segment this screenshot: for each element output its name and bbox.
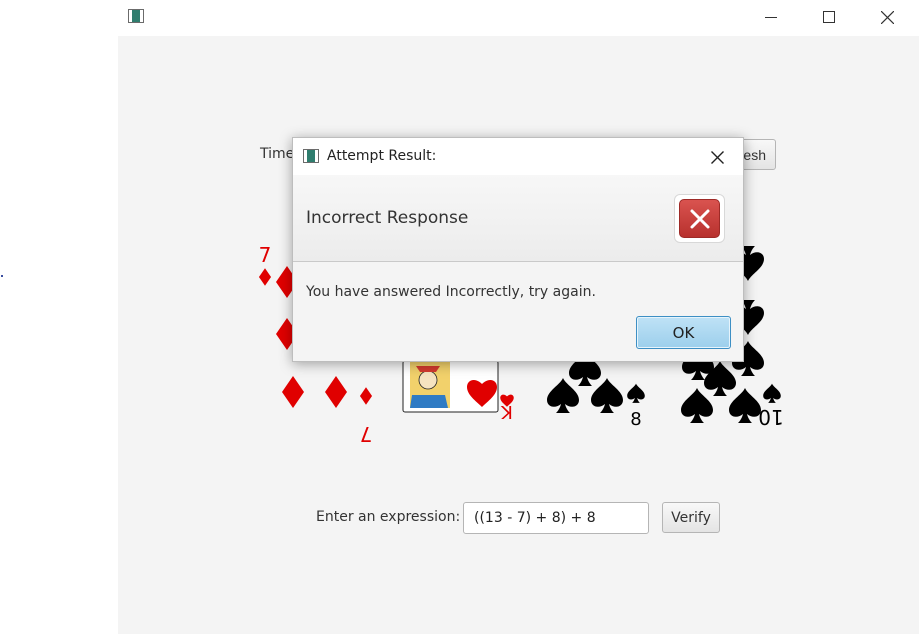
ok-button[interactable]: OK bbox=[636, 316, 731, 349]
card-k-hearts: K bbox=[402, 360, 514, 422]
attempt-result-dialog: Attempt Result: Incorrect Response You h… bbox=[292, 137, 744, 362]
dialog-titlebar: Attempt Result: bbox=[293, 138, 743, 175]
dialog-title: Attempt Result: bbox=[327, 148, 437, 164]
dialog-message: You have answered Incorrectly, try again… bbox=[306, 284, 596, 300]
error-icon bbox=[679, 199, 720, 238]
card-rank-label-inverted: 10 bbox=[758, 405, 783, 429]
card-rank-label: 7 bbox=[259, 243, 272, 267]
app-icon bbox=[303, 149, 319, 163]
error-icon-frame bbox=[674, 194, 725, 243]
card-8-spades: 8 bbox=[547, 351, 645, 430]
card-rank-label-inverted: 7 bbox=[360, 422, 373, 446]
expression-input[interactable] bbox=[463, 502, 649, 534]
dialog-heading: Incorrect Response bbox=[306, 208, 469, 228]
card-rank-label: 8 bbox=[630, 409, 641, 430]
dialog-close-button[interactable] bbox=[705, 146, 729, 168]
dialog-header: Incorrect Response bbox=[293, 175, 743, 262]
close-icon bbox=[710, 150, 724, 164]
expression-label: Enter an expression: bbox=[316, 509, 461, 525]
verify-button[interactable]: Verify bbox=[662, 502, 720, 533]
